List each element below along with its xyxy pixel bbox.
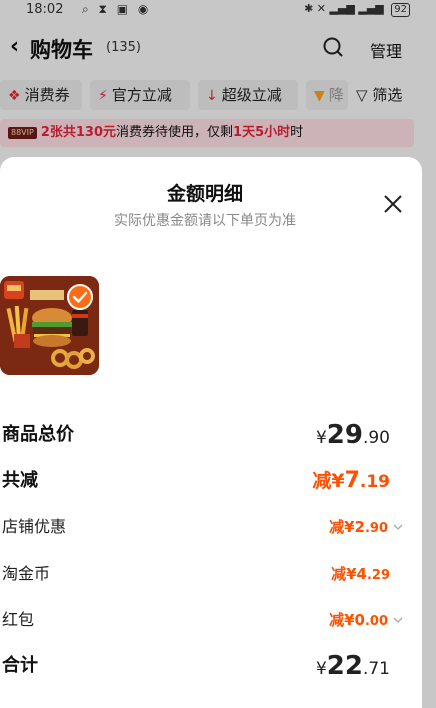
red-packet-row[interactable]: 红包 减¥0.00 [0,605,406,635]
sum-row: 合计 ¥22.71 [0,651,406,681]
goods-total-integer: 29 [326,420,363,450]
store-discount-row[interactable]: 店铺优惠 减¥2.90 [0,512,406,542]
taojinbi-row: 淘金币 减¥4.29 [0,559,406,589]
chevron-down-icon[interactable] [392,521,404,533]
red-packet-decimal: .00 [364,614,388,629]
store-discount-decimal: .90 [364,521,388,536]
sheet-title: 金额明细 [166,183,243,205]
checkmark-icon[interactable] [67,284,93,310]
sum-decimal: .71 [362,659,390,679]
checkmark-glyph [72,291,88,303]
goods-total-label: 商品总价 [2,424,74,445]
sum-value: ¥22.71 [316,651,390,684]
store-discount-label: 店铺优惠 [2,517,67,536]
store-discount-value: 减¥2.90 [329,512,388,544]
red-packet-label: 红包 [2,610,35,629]
total-discount-decimal: .19 [359,472,390,492]
red-packet-integer: 0 [354,611,365,629]
chevron-down-icon[interactable] [392,614,404,626]
discount-prefix: 减¥ [312,470,345,492]
taojinbi-value: 减¥4.29 [331,559,390,591]
sheet-subtitle: 实际优惠金额请以下单页为准 [114,213,296,229]
taojinbi-integer: 4 [356,565,367,583]
taojinbi-decimal: .29 [366,568,390,583]
total-discount-label: 共减 [2,470,38,491]
currency-symbol: ¥ [315,428,327,448]
goods-total-row: 商品总价 ¥29.90 [0,420,406,450]
discount-prefix: 减¥ [329,518,355,536]
close-icon[interactable] [382,193,404,215]
taojinbi-label: 淘金币 [2,564,51,583]
goods-total-value: ¥29.90 [316,420,390,453]
goods-total-decimal: .90 [362,428,390,448]
sum-label: 合计 [2,655,38,676]
total-discount-integer: 7 [344,468,360,493]
discount-prefix: 减¥ [331,565,357,583]
store-discount-integer: 2 [354,518,365,536]
total-discount-row: 共减 减¥7.19 [0,466,406,496]
currency-symbol: ¥ [315,659,327,679]
total-discount-value: 减¥7.19 [312,466,390,497]
red-packet-value: 减¥0.00 [329,605,388,637]
price-detail-sheet: 金额明细 实际优惠金额请以下单页为准 商品总价 ¥29.90 共减 减¥7.19… [0,157,422,708]
discount-prefix: 减¥ [329,611,355,629]
sum-integer: 22 [326,651,363,681]
